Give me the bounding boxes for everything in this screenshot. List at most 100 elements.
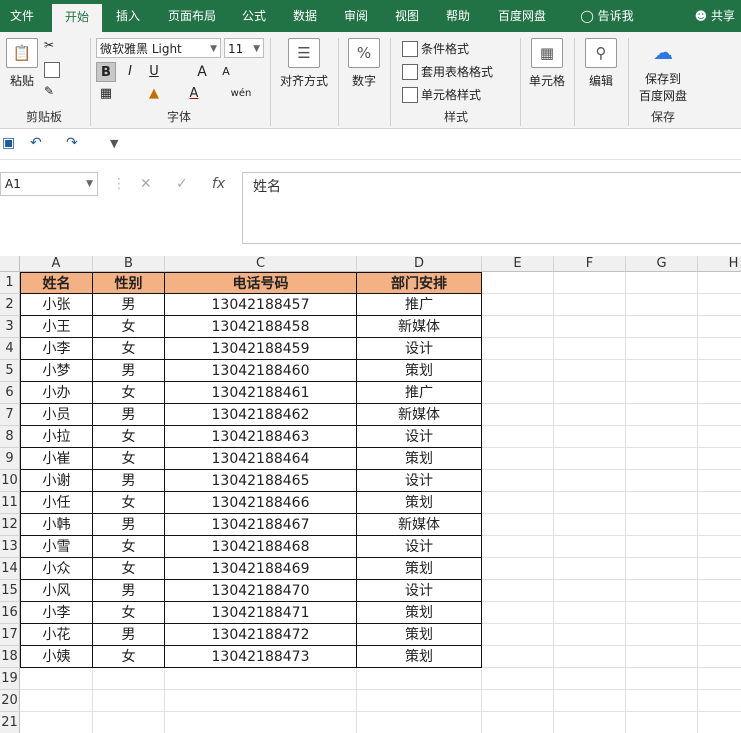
- table-cell[interactable]: 13042188457: [165, 294, 357, 316]
- table-cell[interactable]: 13042188468: [165, 536, 357, 558]
- empty-cell[interactable]: [698, 646, 741, 668]
- empty-cell[interactable]: [626, 646, 698, 668]
- table-cell[interactable]: 新媒体: [357, 316, 482, 338]
- save-to-netdisk-button[interactable]: ☁ 保存到 百度网盘: [634, 38, 692, 104]
- table-cell[interactable]: 13042188460: [165, 360, 357, 382]
- italic-button[interactable]: I: [120, 62, 140, 82]
- table-cell[interactable]: 策划: [357, 360, 482, 382]
- row-header[interactable]: 19: [0, 668, 20, 690]
- empty-cell[interactable]: [482, 316, 554, 338]
- table-cell[interactable]: 13042188470: [165, 580, 357, 602]
- tab-home[interactable]: 开始: [52, 4, 102, 32]
- table-cell[interactable]: 13042188465: [165, 470, 357, 492]
- row-header[interactable]: 11: [0, 492, 20, 514]
- empty-cell[interactable]: [482, 382, 554, 404]
- table-cell[interactable]: 13042188471: [165, 602, 357, 624]
- empty-cell[interactable]: [554, 580, 626, 602]
- empty-cell[interactable]: [482, 404, 554, 426]
- empty-cell[interactable]: [554, 668, 626, 690]
- table-cell[interactable]: 13042188462: [165, 404, 357, 426]
- table-cell[interactable]: 小谢: [20, 470, 93, 492]
- tab-file[interactable]: 文件: [0, 0, 44, 32]
- empty-cell[interactable]: [482, 646, 554, 668]
- underline-button[interactable]: U: [144, 62, 164, 82]
- border-button[interactable]: ▦: [96, 84, 116, 104]
- table-cell[interactable]: 推广: [357, 382, 482, 404]
- empty-cell[interactable]: [554, 338, 626, 360]
- empty-cell[interactable]: [626, 492, 698, 514]
- empty-cell[interactable]: [165, 690, 357, 712]
- empty-cell[interactable]: [626, 690, 698, 712]
- cell-style-button[interactable]: 单元格样式: [402, 86, 481, 103]
- empty-cell[interactable]: [554, 316, 626, 338]
- undo-icon[interactable]: ↶: [30, 135, 42, 151]
- table-cell[interactable]: 女: [93, 602, 165, 624]
- table-cell[interactable]: 小张: [20, 294, 93, 316]
- table-cell[interactable]: 男: [93, 470, 165, 492]
- empty-cell[interactable]: [626, 536, 698, 558]
- number-format-button[interactable]: % 数字: [344, 38, 384, 89]
- empty-cell[interactable]: [554, 514, 626, 536]
- empty-cell[interactable]: [554, 558, 626, 580]
- table-cell[interactable]: 女: [93, 536, 165, 558]
- table-cell[interactable]: 小风: [20, 580, 93, 602]
- row-header[interactable]: 15: [0, 580, 20, 602]
- empty-cell[interactable]: [554, 536, 626, 558]
- empty-cell[interactable]: [626, 448, 698, 470]
- empty-cell[interactable]: [165, 712, 357, 733]
- table-cell[interactable]: 策划: [357, 448, 482, 470]
- row-header[interactable]: 3: [0, 316, 20, 338]
- worksheet-grid[interactable]: A B C D E F G H 1 姓名 性别 电话号码 部门安排 2 小张男 13042188457 推广 3 小…: [0, 256, 741, 733]
- empty-cell[interactable]: [357, 668, 482, 690]
- empty-cell[interactable]: [357, 690, 482, 712]
- empty-cell[interactable]: [482, 272, 554, 294]
- row-header[interactable]: 12: [0, 514, 20, 536]
- column-header-d[interactable]: D: [357, 256, 482, 272]
- empty-cell[interactable]: [482, 470, 554, 492]
- empty-cell[interactable]: [698, 294, 741, 316]
- row-header[interactable]: 10: [0, 470, 20, 492]
- empty-cell[interactable]: [482, 426, 554, 448]
- table-format-button[interactable]: 套用表格格式: [402, 63, 493, 80]
- table-cell[interactable]: 小雪: [20, 536, 93, 558]
- empty-cell[interactable]: [554, 404, 626, 426]
- empty-cell[interactable]: [626, 712, 698, 733]
- empty-cell[interactable]: [482, 514, 554, 536]
- table-cell[interactable]: 女: [93, 448, 165, 470]
- column-header-b[interactable]: B: [93, 256, 165, 272]
- empty-cell[interactable]: [698, 690, 741, 712]
- table-cell[interactable]: 男: [93, 404, 165, 426]
- empty-cell[interactable]: [698, 624, 741, 646]
- row-header[interactable]: 9: [0, 448, 20, 470]
- phonetic-button[interactable]: wén: [228, 84, 254, 104]
- table-cell[interactable]: 策划: [357, 624, 482, 646]
- empty-cell[interactable]: [482, 338, 554, 360]
- empty-cell[interactable]: [626, 602, 698, 624]
- table-cell[interactable]: 策划: [357, 492, 482, 514]
- row-header[interactable]: 16: [0, 602, 20, 624]
- table-cell[interactable]: 男: [93, 360, 165, 382]
- font-size-select[interactable]: 11 ▼: [224, 38, 264, 58]
- table-cell[interactable]: 设计: [357, 536, 482, 558]
- row-header[interactable]: 4: [0, 338, 20, 360]
- empty-cell[interactable]: [698, 602, 741, 624]
- cells-button[interactable]: ▦ 单元格: [524, 38, 570, 89]
- empty-cell[interactable]: [626, 470, 698, 492]
- table-cell[interactable]: 13042188469: [165, 558, 357, 580]
- table-cell[interactable]: 小王: [20, 316, 93, 338]
- empty-cell[interactable]: [698, 470, 741, 492]
- empty-cell[interactable]: [698, 514, 741, 536]
- empty-cell[interactable]: [554, 426, 626, 448]
- paste-button[interactable]: 📋 粘贴: [4, 38, 40, 89]
- row-header[interactable]: 7: [0, 404, 20, 426]
- empty-cell[interactable]: [554, 382, 626, 404]
- table-header-cell[interactable]: 部门安排: [357, 272, 482, 294]
- empty-cell[interactable]: [626, 360, 698, 382]
- table-cell[interactable]: 策划: [357, 558, 482, 580]
- redo-icon[interactable]: ↷: [66, 135, 78, 151]
- table-cell[interactable]: 小办: [20, 382, 93, 404]
- empty-cell[interactable]: [626, 316, 698, 338]
- tab-review[interactable]: 审阅: [336, 0, 376, 32]
- empty-cell[interactable]: [626, 294, 698, 316]
- empty-cell[interactable]: [93, 712, 165, 733]
